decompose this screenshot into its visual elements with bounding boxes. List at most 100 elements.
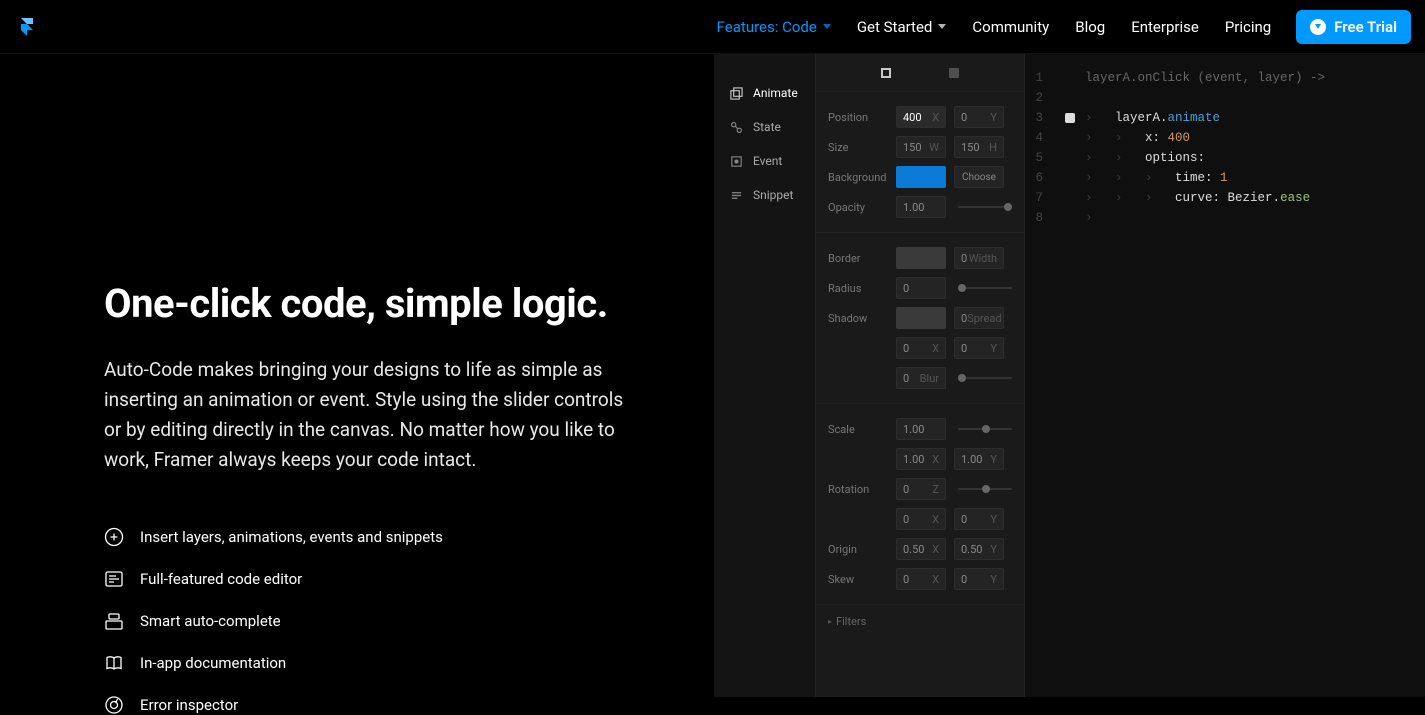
autocomplete-icon: [104, 611, 124, 631]
properties-panel: Position 400X 0Y Size 150W 150H Backgrou…: [815, 54, 1025, 697]
nav-label: Blog: [1075, 18, 1105, 36]
opacity-slider[interactable]: [958, 206, 1012, 208]
sidebar-item-snippet[interactable]: Snippet: [715, 178, 815, 212]
book-icon: [104, 653, 124, 673]
square-copy-icon: [729, 86, 743, 100]
gutter: [1055, 148, 1085, 168]
code-line: 8›: [1025, 208, 1425, 228]
radius-input[interactable]: 0: [896, 277, 946, 299]
code-editor[interactable]: 1layerA.onClick (event, layer) ->23› lay…: [1025, 54, 1425, 697]
framer-logo-icon: [18, 18, 36, 36]
scale-y-input[interactable]: 1.00Y: [954, 448, 1004, 470]
size-w-input[interactable]: 150W: [896, 136, 946, 158]
line-number: 5: [1025, 148, 1055, 168]
scale-x-input[interactable]: 1.00X: [896, 448, 946, 470]
nav-label: Community: [972, 18, 1049, 36]
size-h-input[interactable]: 150H: [954, 136, 1004, 158]
sidebar-label: Animate: [753, 86, 798, 100]
shadow-blur-input[interactable]: 0Blur: [896, 367, 946, 389]
nav-label: Pricing: [1225, 18, 1271, 36]
feature-label: Full-featured code editor: [140, 570, 302, 588]
prop-group-transform: Scale 1.00 1.00X 1.00Y Rotation 0Z 0X: [816, 404, 1024, 605]
rotation-z-input[interactable]: 0Z: [896, 478, 946, 500]
filters-label: Filters: [836, 615, 866, 628]
gutter: [1055, 88, 1085, 108]
chevron-down-icon: [823, 24, 831, 29]
code-line: 2: [1025, 88, 1425, 108]
gutter-marker-icon: [1065, 113, 1075, 123]
nav-blog[interactable]: Blog: [1062, 18, 1118, 36]
prop-label: Radius: [828, 282, 888, 295]
prop-label: Position: [828, 111, 888, 124]
nav-community[interactable]: Community: [959, 18, 1062, 36]
hero-copy: One-click code, simple logic. Auto-Code …: [0, 54, 714, 697]
prop-label: Shadow: [828, 312, 888, 325]
line-number: 2: [1025, 88, 1055, 108]
shadow-swatch[interactable]: [896, 307, 946, 329]
shadow-y-input[interactable]: 0Y: [954, 337, 1004, 359]
feature-label: Error inspector: [140, 696, 238, 714]
rotation-y-input[interactable]: 0Y: [954, 508, 1004, 530]
feature-label: In-app documentation: [140, 654, 286, 672]
layout-tab-icon[interactable]: [880, 67, 892, 79]
nav-pricing[interactable]: Pricing: [1212, 18, 1284, 36]
nav-get-started[interactable]: Get Started: [844, 18, 960, 36]
skew-y-input[interactable]: 0Y: [954, 568, 1004, 590]
background-swatch[interactable]: [896, 166, 946, 188]
free-trial-button[interactable]: Free Trial: [1296, 10, 1411, 44]
code-line: 7› › › curve: Bezier.ease: [1025, 188, 1425, 208]
nav-label: Get Started: [857, 18, 933, 36]
prop-label: Size: [828, 141, 888, 154]
position-y-input[interactable]: 0Y: [954, 106, 1004, 128]
sidebar-item-animate[interactable]: Animate: [715, 76, 815, 110]
animate-tab-icon[interactable]: [948, 67, 960, 79]
position-x-input[interactable]: 400X: [896, 106, 946, 128]
origin-y-input[interactable]: 0.50Y: [954, 538, 1004, 560]
background-choose-button[interactable]: Choose: [954, 166, 1004, 188]
rotation-slider[interactable]: [958, 488, 1012, 490]
feature-item: Error inspector: [104, 695, 714, 715]
nav-features-code[interactable]: Features: Code: [704, 18, 844, 36]
prop-group-layout: Position 400X 0Y Size 150W 150H Backgrou…: [816, 92, 1024, 233]
border-width-input[interactable]: 0Width: [954, 247, 1004, 269]
skew-x-input[interactable]: 0X: [896, 568, 946, 590]
top-nav: Features: Code Get Started Community Blo…: [0, 0, 1425, 54]
sidebar-item-state[interactable]: State: [715, 110, 815, 144]
sidebar-label: Snippet: [753, 188, 793, 202]
hero-title: One-click code, simple logic.: [104, 280, 714, 327]
prop-label: Scale: [828, 423, 888, 436]
download-icon: [1310, 19, 1326, 35]
cta-label: Free Trial: [1334, 18, 1397, 36]
feature-list: Insert layers, animations, events and sn…: [104, 527, 714, 715]
scale-slider[interactable]: [958, 428, 1012, 430]
line-number: 4: [1025, 128, 1055, 148]
editor-icon: [104, 569, 124, 589]
feature-label: Smart auto-complete: [140, 612, 281, 630]
prop-label: Rotation: [828, 483, 888, 496]
nav-label: Enterprise: [1131, 18, 1199, 36]
shadow-spread-input[interactable]: 0Spread: [954, 307, 1004, 329]
origin-x-input[interactable]: 0.50X: [896, 538, 946, 560]
code-content: › › x: 400: [1085, 128, 1425, 148]
code-line: 5› › options:: [1025, 148, 1425, 168]
shadow-blur-slider[interactable]: [958, 377, 1012, 379]
code-line: 4 › › x: 400: [1025, 128, 1425, 148]
sidebar-label: Event: [753, 154, 782, 168]
code-content: layerA.onClick (event, layer) ->: [1085, 68, 1425, 88]
nav-enterprise[interactable]: Enterprise: [1118, 18, 1212, 36]
chevron-down-icon: [938, 24, 946, 29]
prop-label: Origin: [828, 543, 888, 556]
shadow-x-input[interactable]: 0X: [896, 337, 946, 359]
prop-label: Skew: [828, 573, 888, 586]
target-icon: [729, 154, 743, 168]
scale-input[interactable]: 1.00: [896, 418, 946, 440]
opacity-input[interactable]: 1.00: [896, 196, 946, 218]
insert-sidebar: Animate State Event Snippet: [715, 54, 815, 697]
line-number: 3: [1025, 108, 1055, 128]
border-swatch[interactable]: [896, 247, 946, 269]
radius-slider[interactable]: [958, 287, 1012, 289]
filters-section-toggle[interactable]: Filters: [816, 605, 1024, 638]
rotation-x-input[interactable]: 0X: [896, 508, 946, 530]
code-line: 6› › › time: 1: [1025, 168, 1425, 188]
sidebar-item-event[interactable]: Event: [715, 144, 815, 178]
